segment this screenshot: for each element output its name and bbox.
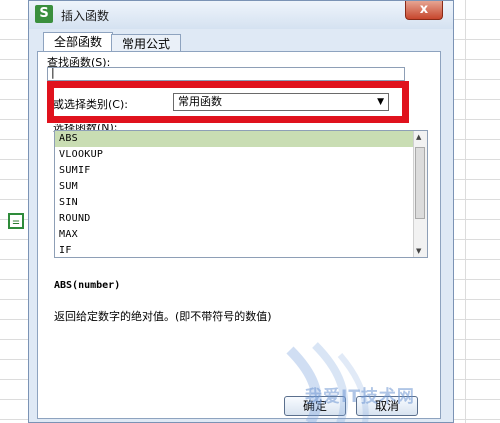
- watermark-text: 我爱IT技术网: [305, 387, 415, 407]
- search-input[interactable]: |: [47, 66, 405, 81]
- app-logo-icon: S: [35, 5, 53, 23]
- dialog-title: 插入函数: [61, 9, 110, 23]
- close-button[interactable]: x: [405, 1, 443, 20]
- list-scrollbar[interactable]: ▲ ▼: [413, 131, 427, 257]
- scroll-up-icon[interactable]: ▲: [416, 133, 421, 141]
- tab-all-functions[interactable]: 全部函数: [43, 32, 114, 52]
- function-description: 返回给定数字的绝对值。(即不带符号的数值): [54, 310, 272, 323]
- dialog-titlebar: S 插入函数 x: [29, 1, 453, 29]
- active-cell[interactable]: =: [8, 213, 24, 229]
- search-input-value: |: [51, 66, 55, 79]
- list-item[interactable]: MAX: [55, 227, 427, 243]
- scroll-thumb[interactable]: [415, 147, 425, 219]
- list-item[interactable]: ABS: [55, 131, 427, 147]
- function-list: ABS VLOOKUP SUMIF SUM SIN ROUND MAX IF ▲…: [54, 130, 428, 258]
- list-item[interactable]: IF: [55, 243, 427, 257]
- tab-common-formulas[interactable]: 常用公式: [111, 34, 182, 52]
- red-highlight-annotation: [47, 81, 409, 123]
- list-item[interactable]: SUMIF: [55, 163, 427, 179]
- list-item[interactable]: ROUND: [55, 211, 427, 227]
- list-item[interactable]: SUM: [55, 179, 427, 195]
- function-syntax: ABS(number): [54, 280, 121, 291]
- list-item[interactable]: VLOOKUP: [55, 147, 427, 163]
- scroll-down-icon[interactable]: ▼: [416, 247, 421, 255]
- list-item[interactable]: SIN: [55, 195, 427, 211]
